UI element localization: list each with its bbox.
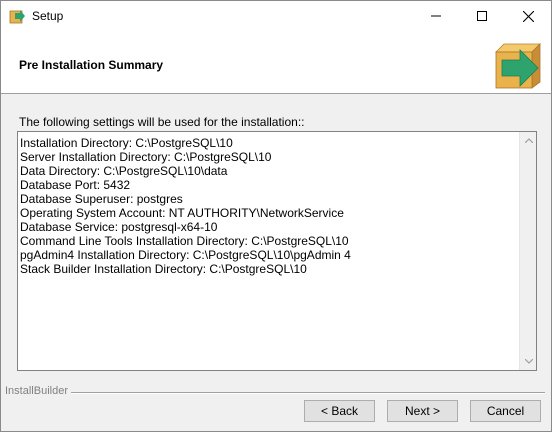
cancel-button[interactable]: Cancel — [470, 400, 541, 422]
summary-line: Database Service: postgresql-x64-10 — [20, 220, 218, 234]
summary-line: Installation Directory: C:\PostgreSQL\10 — [20, 136, 233, 150]
install-arrow-box-icon — [492, 38, 544, 90]
vertical-scrollbar[interactable] — [519, 132, 536, 370]
summary-line: pgAdmin4 Installation Directory: C:\Post… — [20, 248, 351, 262]
window-title: Setup — [32, 9, 64, 23]
minimize-icon — [431, 15, 441, 17]
summary-lines: Installation Directory: C:\PostgreSQL\10… — [20, 136, 518, 276]
setup-box-icon — [9, 8, 25, 24]
summary-line: Command Line Tools Installation Director… — [20, 234, 349, 248]
chevron-up-icon — [524, 138, 533, 143]
page-title: Pre Installation Summary — [19, 58, 164, 72]
setup-window: Setup Pre Installation Summary The follo… — [0, 0, 552, 432]
minimize-button[interactable] — [413, 1, 459, 31]
summary-text-area[interactable]: Installation Directory: C:\PostgreSQL\10… — [17, 131, 537, 371]
intro-text: The following settings will be used for … — [19, 115, 305, 129]
summary-line: Database Superuser: postgres — [20, 192, 183, 206]
maximize-icon — [477, 11, 487, 21]
installbuilder-brand: InstallBuilder — [5, 385, 68, 397]
next-button[interactable]: Next > — [387, 400, 458, 422]
summary-line: Data Directory: C:\PostgreSQL\10\data — [20, 164, 228, 178]
header-panel: Pre Installation Summary — [1, 31, 551, 94]
summary-line: Database Port: 5432 — [20, 178, 131, 192]
summary-line: Stack Builder Installation Directory: C:… — [20, 262, 307, 276]
footer-divider — [71, 392, 545, 394]
close-button[interactable] — [505, 1, 551, 31]
scroll-up-button[interactable] — [520, 132, 537, 149]
maximize-button[interactable] — [459, 1, 505, 31]
summary-line: Server Installation Directory: C:\Postgr… — [20, 150, 272, 164]
title-bar[interactable]: Setup — [1, 1, 551, 31]
scroll-down-button[interactable] — [520, 353, 537, 370]
summary-line: Operating System Account: NT AUTHORITY\N… — [20, 206, 344, 220]
chevron-down-icon — [524, 359, 533, 364]
close-icon — [522, 10, 534, 22]
back-button[interactable]: < Back — [304, 400, 375, 422]
